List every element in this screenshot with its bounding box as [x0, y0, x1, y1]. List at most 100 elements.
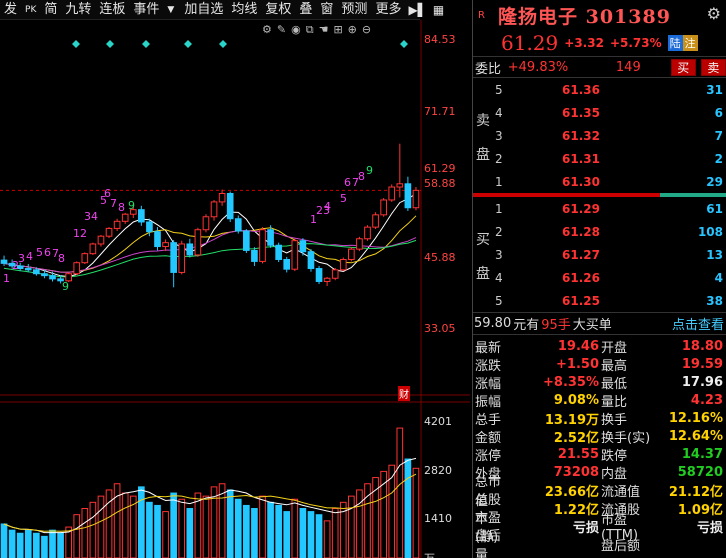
volume-bar: [291, 498, 299, 558]
volume-bar: [267, 501, 274, 558]
current-price: 61.29: [501, 31, 559, 55]
nine-turn-label: 6: [344, 176, 351, 189]
kline-chart[interactable]: 1 2 3 4 5 6 7 8 9 12 34 5 6 7 8 9 1 23 4 5 6 7 8 9 ⚙ ✎ ◉ ⧉ ☚ ⊞ …: [0, 20, 470, 558]
hand-icon[interactable]: ☚: [319, 23, 329, 39]
event-marker[interactable]: [400, 40, 408, 48]
nine-turn-label: 8: [118, 201, 125, 214]
kline-chart-canvas[interactable]: 123 4 5 6 7 891234567 8 9123456 7 8 9: [0, 20, 470, 558]
toolbar-item-more[interactable]: 更多: [371, 0, 405, 20]
candle-body: [178, 243, 186, 273]
volume-bar: [356, 489, 363, 558]
draw-line-icon[interactable]: ✎: [277, 23, 286, 39]
stat-label: 流通值: [601, 484, 641, 500]
volume-axis-label: 1410: [424, 512, 452, 525]
toolbar-item-shijian[interactable]: 事件: [129, 0, 163, 20]
price-row: 61.29 +3.32 +5.73% 陆 注: [473, 30, 726, 56]
bid-row[interactable]: 1 61.29 61: [473, 197, 726, 220]
ask-price: 61.32: [562, 128, 600, 143]
expand-panel-icon[interactable]: ▦: [430, 3, 447, 17]
candle-body: [275, 244, 282, 260]
candle-body: [412, 189, 420, 209]
big-order-text: 元有: [513, 318, 540, 333]
bid-volume: 61: [706, 201, 723, 216]
stat-label: 金额: [475, 430, 502, 446]
finance-badge[interactable]: 财: [398, 386, 410, 401]
event-marker[interactable]: [219, 40, 227, 48]
toolbar-item-ma[interactable]: 均线: [227, 0, 261, 20]
bid-row[interactable]: 4 61.26 4: [473, 266, 726, 289]
ask-row[interactable]: 3 61.32 7: [473, 124, 726, 147]
stat-row: 总手 13.19万 换手 12.16%: [473, 409, 726, 428]
nine-turn-label: 4: [26, 250, 33, 263]
toolbar-item-add-favorite[interactable]: 加自选: [180, 0, 227, 20]
event-marker[interactable]: [72, 40, 80, 48]
ask-level: 3: [495, 128, 503, 143]
stat-row: 涨停 21.55 跌停 14.37: [473, 445, 726, 464]
big-order-row: 59.80 元有 95手 大买单 点击查看: [473, 312, 726, 334]
eye-icon[interactable]: ◉: [291, 23, 301, 39]
chart-toolbar: 发 PK 简 九转 连板 事件 ▼ 加自选 均线 复权 叠 窗 预测 更多 ▶▌…: [0, 0, 444, 20]
toolbar-item-overlay[interactable]: 叠: [295, 0, 316, 20]
toolbar-item-fa[interactable]: 发: [0, 0, 21, 20]
stat-label: 内盘: [601, 466, 628, 482]
stat-row: 最新 19.46 开盘 18.80: [473, 337, 726, 356]
connect-tag: 陆: [667, 35, 683, 51]
toolbar-item-jiuzhuan[interactable]: 九转: [61, 0, 95, 20]
event-marker[interactable]: [184, 40, 192, 48]
candle-body: [105, 227, 113, 237]
zoom-out-icon[interactable]: ⊖: [362, 23, 371, 39]
settings-icon[interactable]: ⚙: [262, 23, 272, 39]
buy-button[interactable]: 买: [670, 58, 696, 76]
ask-row[interactable]: 5 61.36 31: [473, 78, 726, 101]
nine-turn-label: 9: [366, 164, 373, 177]
volume-bar: [194, 492, 202, 558]
ask-row[interactable]: 1 61.30 29: [473, 170, 726, 193]
collapse-right-icon[interactable]: ▶▌: [405, 3, 429, 17]
candle-body: [267, 229, 274, 246]
copy-icon[interactable]: ⧉: [306, 23, 314, 39]
event-marker[interactable]: [106, 40, 114, 48]
toolbar-item-restore-rights[interactable]: 复权: [261, 0, 295, 20]
quote-panel: R 隆扬电子 301389 ⚙ 61.29 +3.32 +5.73% 陆 注 委…: [472, 0, 726, 558]
zoom-in-icon[interactable]: ⊕: [348, 23, 357, 39]
view-big-orders-link[interactable]: 点击查看: [672, 314, 724, 333]
toolbar-dropdown-arrow[interactable]: ▼: [163, 0, 178, 20]
grid-icon[interactable]: ⊞: [333, 23, 342, 39]
ask-side-label: 盘: [476, 147, 490, 163]
bid-row[interactable]: 2 61.28 108: [473, 220, 726, 243]
price-axis-label: 33.05: [424, 322, 456, 335]
stat-value: 73208: [553, 464, 599, 480]
sell-button[interactable]: 卖: [700, 58, 726, 76]
stat-label: 盘后量: [475, 529, 502, 558]
toolbar-item-jian[interactable]: 简: [40, 0, 61, 20]
nine-turn-label: 9: [128, 199, 135, 212]
bid-row[interactable]: 5 61.25 38: [473, 289, 726, 312]
volume-axis-label: 4201: [424, 415, 452, 428]
bid-price: 61.27: [562, 247, 600, 262]
candle-body: [299, 240, 307, 253]
candle-body: [121, 213, 129, 222]
big-order-price: 59.80: [474, 316, 512, 331]
toolbar-item-forecast[interactable]: 预测: [337, 0, 371, 20]
stat-value: 2.52亿: [553, 430, 599, 446]
candle-body: [307, 251, 315, 270]
stat-label: 振幅: [475, 394, 502, 410]
toolbar-item-pk[interactable]: PK: [21, 0, 40, 20]
event-marker[interactable]: [142, 40, 150, 48]
volume-axis-label: 2820: [424, 464, 452, 477]
volume-bar: [348, 495, 355, 558]
ask-row[interactable]: 4 61.35 6: [473, 101, 726, 124]
toolbar-item-window[interactable]: 窗: [316, 0, 337, 20]
stat-label: 涨跌: [475, 358, 502, 374]
stat-label: 最高: [601, 358, 628, 374]
bid-row[interactable]: 3 61.27 13: [473, 243, 726, 266]
order-ratio-label: 委比: [475, 61, 502, 77]
stat-value: 1.09亿: [677, 502, 723, 518]
ask-row[interactable]: 2 61.31 2: [473, 147, 726, 170]
candle-body: [202, 216, 210, 231]
candle-body: [380, 199, 387, 216]
toolbar-item-lianban[interactable]: 连板: [95, 0, 129, 20]
stat-value: 1.22亿: [553, 502, 599, 518]
bid-side-label: 买: [476, 232, 490, 248]
gear-icon[interactable]: ⚙: [707, 4, 721, 23]
